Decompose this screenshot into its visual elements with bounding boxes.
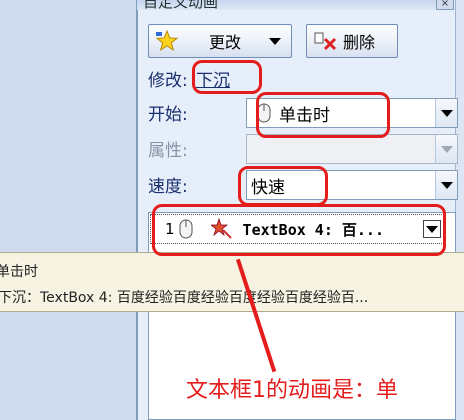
modify-label: 修改: — [148, 71, 188, 91]
close-icon[interactable]: × — [436, 0, 454, 10]
modify-value: 下沉 — [196, 71, 230, 91]
annotation-caption: 文本框1的动画是：单 — [186, 378, 398, 403]
start-select[interactable]: 单击时 — [246, 98, 458, 128]
effect-star-icon — [209, 217, 233, 240]
speed-label: 速度: — [148, 177, 188, 197]
tooltip-line-1: 单击时 — [0, 264, 38, 280]
chevron-down-icon[interactable] — [435, 99, 457, 127]
mouse-icon — [179, 219, 193, 239]
chevron-down-icon — [435, 135, 457, 163]
list-item-text: TextBox 4: 百... — [242, 220, 384, 239]
delete-effect-button[interactable]: 删除 — [306, 24, 398, 58]
change-button-label: 更改 — [209, 33, 242, 52]
tooltip: 单击时 下沉：TextBox 4: 百度经验百度经验百度经验百度经验百... — [0, 252, 464, 312]
delete-icon — [313, 29, 337, 53]
panel-title-bar: 自定义动画 — [137, 0, 437, 10]
list-item-number: 1 — [165, 220, 175, 238]
star-icon — [155, 29, 179, 53]
property-select — [246, 134, 458, 164]
chevron-down-icon[interactable] — [423, 220, 441, 238]
delete-button-label: 删除 — [343, 33, 376, 52]
speed-value: 快速 — [251, 177, 285, 198]
panel-edge — [455, 0, 464, 420]
property-label: 属性: — [148, 141, 188, 161]
speed-select[interactable]: 快速 — [246, 170, 458, 200]
mouse-icon — [257, 103, 271, 123]
start-label: 开始: — [148, 105, 188, 125]
tooltip-line-2: 下沉：TextBox 4: 百度经验百度经验百度经验百度经验百... — [0, 290, 369, 306]
chevron-down-icon — [269, 38, 281, 45]
start-value: 单击时 — [279, 105, 330, 126]
list-item[interactable]: 1 TextBox 4: 百... — [150, 214, 446, 244]
chevron-down-icon[interactable] — [435, 171, 457, 199]
change-effect-button[interactable]: 更改 — [148, 24, 292, 58]
panel-title: 自定义动画 — [143, 0, 219, 10]
